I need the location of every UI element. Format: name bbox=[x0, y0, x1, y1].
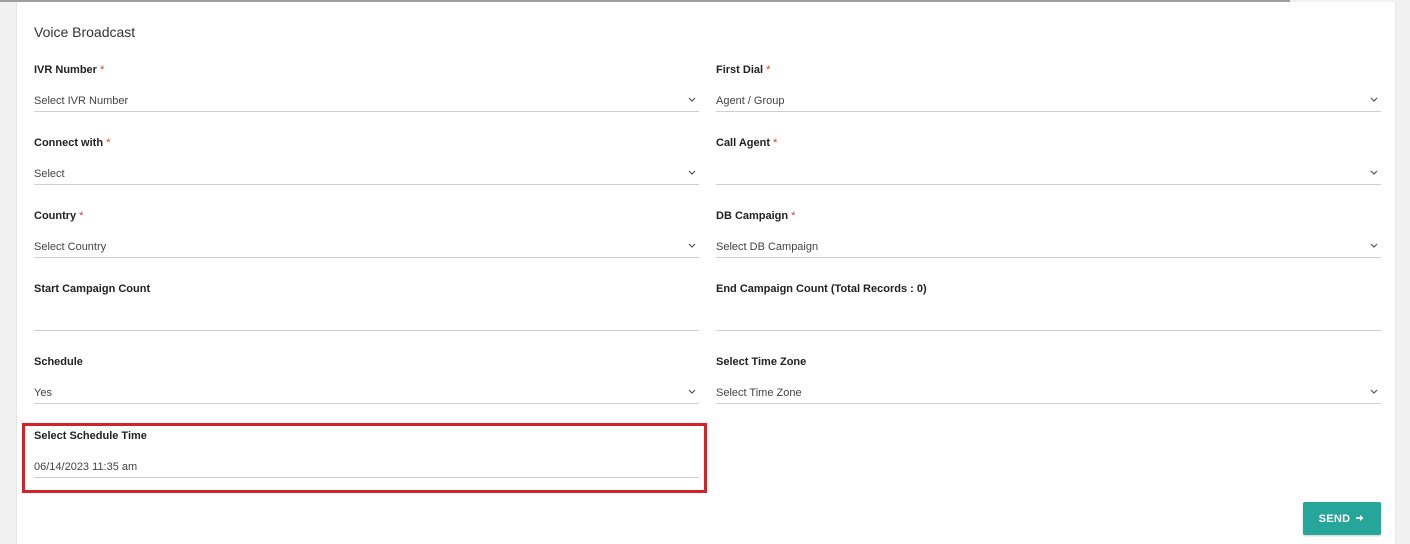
connect-with-select[interactable]: Connect with * Select bbox=[34, 137, 699, 203]
first-dial-select[interactable]: First Dial * Agent / Group bbox=[716, 64, 1381, 130]
field-label: End Campaign Count (Total Records : 0) bbox=[716, 283, 927, 295]
highlight-box bbox=[22, 423, 707, 493]
field-label: Schedule bbox=[34, 356, 83, 368]
field-underline bbox=[34, 257, 699, 258]
field-label: Country * bbox=[34, 210, 84, 222]
send-button-label: SEND bbox=[1318, 512, 1351, 525]
required-mark: * bbox=[99, 64, 105, 76]
field-underline bbox=[716, 184, 1381, 185]
field-underline bbox=[34, 403, 699, 404]
chevron-down-icon[interactable] bbox=[1369, 94, 1379, 104]
voice-broadcast-card: Voice Broadcast IVR Number * Select IVR N… bbox=[16, 2, 1396, 544]
country-value: Select Country bbox=[34, 241, 107, 253]
chevron-down-icon[interactable] bbox=[1369, 386, 1379, 396]
page-title: Voice Broadcast bbox=[34, 24, 136, 40]
required-mark: * bbox=[791, 210, 796, 222]
field-underline bbox=[716, 330, 1381, 331]
required-mark: * bbox=[106, 137, 111, 149]
chevron-down-icon[interactable] bbox=[687, 94, 697, 104]
chevron-down-icon[interactable] bbox=[1369, 240, 1379, 250]
field-underline bbox=[716, 257, 1381, 258]
send-button[interactable]: SEND bbox=[1303, 502, 1381, 535]
field-underline bbox=[34, 111, 699, 112]
first-dial-value: Agent / Group bbox=[716, 95, 785, 107]
chevron-down-icon[interactable] bbox=[687, 386, 697, 396]
chevron-down-icon[interactable] bbox=[687, 240, 697, 250]
call-agent-select[interactable]: Call Agent * bbox=[716, 137, 1381, 203]
field-underline bbox=[34, 330, 699, 331]
time-zone-value: Select Time Zone bbox=[716, 387, 802, 399]
ivr-number-value: Select IVR Number bbox=[34, 95, 129, 107]
field-label: Call Agent * bbox=[716, 137, 778, 149]
required-mark: * bbox=[79, 210, 84, 222]
chevron-down-icon[interactable] bbox=[687, 167, 697, 177]
start-campaign-count-input[interactable]: Start Campaign Count bbox=[34, 283, 699, 349]
field-underline bbox=[34, 184, 699, 185]
required-mark: * bbox=[773, 137, 778, 149]
ivr-number-select[interactable]: IVR Number * Select IVR Number bbox=[34, 64, 699, 130]
end-campaign-count-input[interactable]: End Campaign Count (Total Records : 0) bbox=[716, 283, 1381, 349]
schedule-select[interactable]: Schedule Yes bbox=[34, 356, 699, 422]
schedule-value: Yes bbox=[34, 387, 52, 399]
field-label: Connect with * bbox=[34, 137, 111, 149]
db-campaign-value: Select DB Campaign bbox=[716, 241, 819, 253]
field-underline bbox=[716, 111, 1381, 112]
field-label: IVR Number * bbox=[34, 64, 105, 76]
field-label: First Dial * bbox=[716, 64, 771, 76]
chevron-down-icon[interactable] bbox=[1369, 167, 1379, 177]
field-label: Select Time Zone bbox=[716, 356, 807, 368]
time-zone-select[interactable]: Select Time Zone Select Time Zone bbox=[716, 356, 1381, 422]
field-label: Start Campaign Count bbox=[34, 283, 151, 295]
required-mark: * bbox=[766, 64, 771, 76]
field-label: DB Campaign * bbox=[716, 210, 796, 222]
db-campaign-select[interactable]: DB Campaign * Select DB Campaign bbox=[716, 210, 1381, 276]
arrow-right-icon bbox=[1356, 513, 1365, 525]
country-select[interactable]: Country * Select Country bbox=[34, 210, 699, 276]
field-underline bbox=[716, 403, 1381, 404]
connect-with-value: Select bbox=[34, 168, 65, 180]
